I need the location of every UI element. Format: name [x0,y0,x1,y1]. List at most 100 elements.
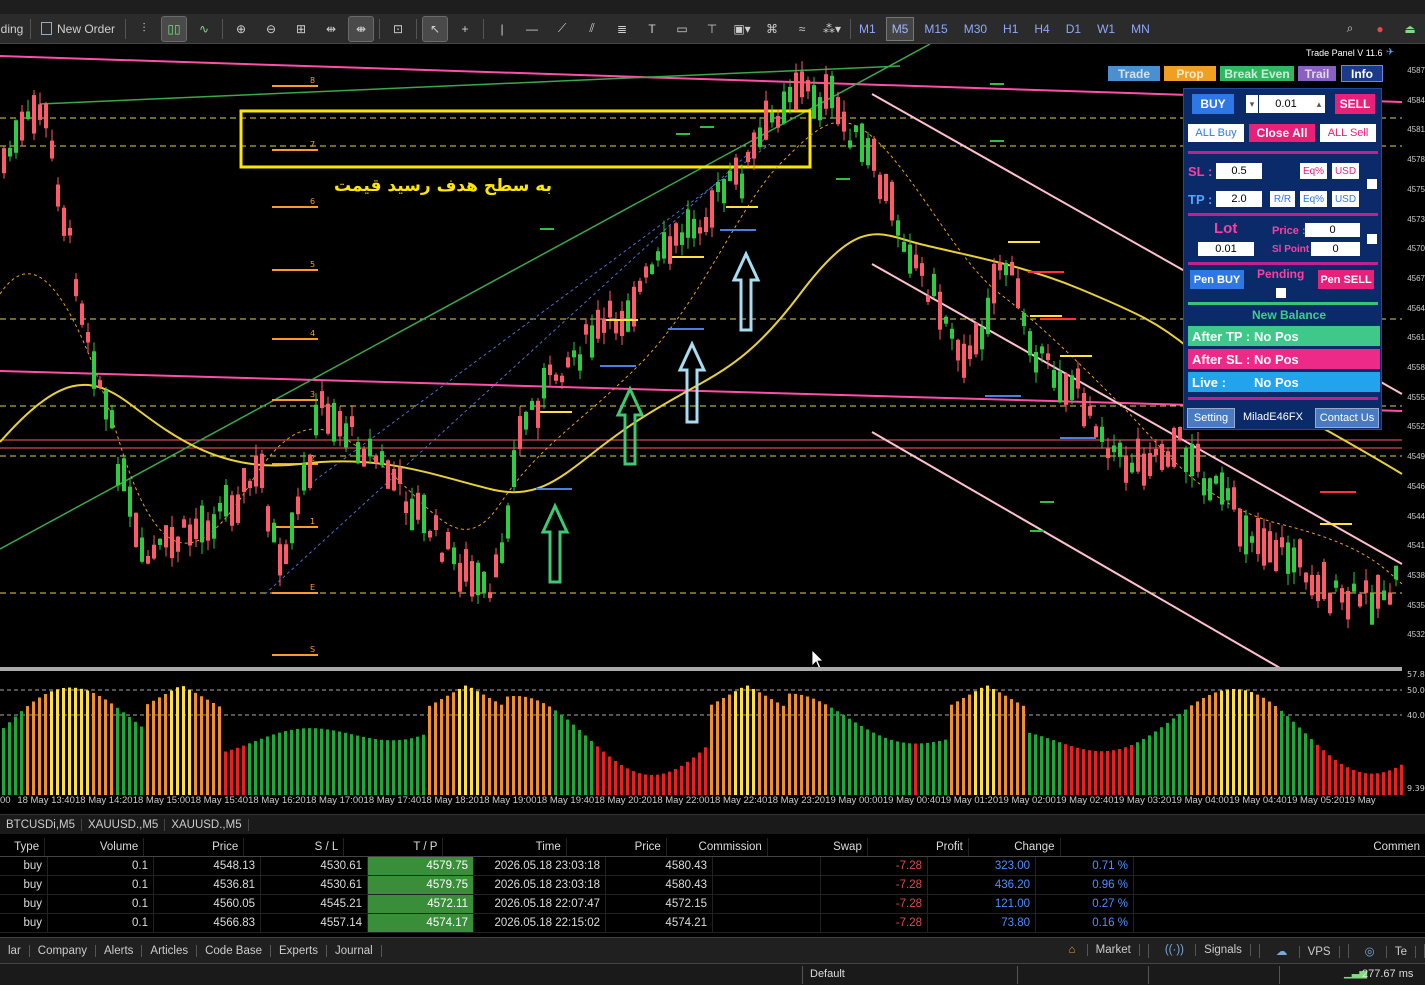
pending-checkbox[interactable] [1276,288,1286,298]
candlestick-icon[interactable]: ▯▯ [161,15,188,42]
crosshair-icon[interactable]: + [453,17,477,41]
column-header[interactable]: Profit [868,838,969,856]
timeframe-m1[interactable]: M1 [854,18,881,40]
column-header[interactable]: Price [567,838,667,856]
channel-icon[interactable]: ⫽ [580,17,604,41]
column-header[interactable]: S / L [244,838,345,856]
pending-checkbox-right[interactable] [1367,234,1377,244]
contact-us-button[interactable]: Contact Us [1315,408,1379,428]
sl-point-input[interactable]: 0 [1311,242,1360,256]
close-all-button[interactable]: Close All [1249,124,1315,142]
toolbox-right-tab[interactable]: ◎ Te [1349,943,1425,958]
trendline-icon[interactable]: ⟋ [550,17,574,41]
toolbox-tab[interactable]: Company [30,944,96,957]
cursor-icon[interactable]: ↖ [422,15,449,42]
timeframe-h4[interactable]: H4 [1029,18,1054,40]
table-row[interactable]: buy 0.1 4566.83 4557.14 4574.17 2026.05.18 22… [0,914,1425,933]
zoom-in-icon[interactable]: ⊕ [229,17,253,41]
candle-body [1124,455,1128,483]
vertical-line-icon[interactable]: | [490,17,514,41]
column-header[interactable]: Swap [768,838,868,856]
symbol-tab[interactable]: XAUUSD.,M5 [82,818,166,831]
all-sell-button[interactable]: ALL Sell [1320,124,1376,142]
notification-icon[interactable]: ● [1368,17,1392,41]
text-icon[interactable]: T [640,17,664,41]
timeframe-h1[interactable]: H1 [998,18,1023,40]
toolbox-tab[interactable]: Code Base [197,944,272,957]
line-chart-icon[interactable]: ∿ [192,17,216,41]
column-header[interactable]: Change [969,838,1061,856]
bar-chart-icon[interactable]: ⫶ [132,17,156,41]
templates-icon[interactable]: ⁂▾ [820,17,844,41]
objects-icon[interactable]: ⌘ [760,17,784,41]
panel-tab-prop[interactable]: Prop [1164,66,1216,81]
column-header[interactable]: Time [443,838,567,856]
lot-input[interactable]: 0.01 [1198,242,1254,256]
toolbox-right-tab[interactable]: ⌂ Market [1053,943,1149,958]
chart-shift-icon[interactable]: ⇼ [348,15,375,42]
column-header[interactable]: Commen [1061,838,1425,856]
tp-usd-button[interactable]: USD [1332,191,1359,207]
timeframe-m5[interactable]: M5 [885,16,915,41]
pending-price-input[interactable]: 0 [1305,223,1360,237]
signal-icon[interactable]: ⏏ [1398,17,1422,41]
table-row[interactable]: buy 0.1 4560.05 4545.21 4572.11 2026.05.18 22… [0,895,1425,914]
pen-sell-button[interactable]: Pen SELL [1318,270,1374,289]
sl-checkbox[interactable] [1367,179,1377,189]
toolbox-right-tab[interactable]: ((·)) Signals [1149,943,1260,958]
zoom-out-icon[interactable]: ⊖ [259,17,283,41]
tp-input[interactable]: 2.0 [1216,191,1262,207]
toolbox-tab[interactable]: Articles [142,944,198,957]
lot-down-icon[interactable]: ▾ [1246,95,1258,113]
timeframe-m15[interactable]: M15 [919,18,952,40]
sell-button[interactable]: SELL [1335,94,1375,114]
symbol-tab[interactable]: XAUUSD.,M5 [165,818,249,831]
shapes-icon[interactable]: ▭ [670,17,694,41]
timeframe-m30[interactable]: M30 [959,18,992,40]
table-row[interactable]: buy 0.1 4536.81 4530.61 4579.75 2026.05.18 23… [0,876,1425,895]
all-buy-button[interactable]: ALL Buy [1188,124,1244,142]
panel-tab-trail[interactable]: Trail [1298,66,1336,81]
column-header[interactable]: Type [0,838,46,856]
panel-settings-icon[interactable]: ✈ [1386,47,1394,58]
toolbox-tab[interactable]: Journal [327,944,382,957]
quick-lot-input[interactable]: 0.01 [1259,95,1313,113]
sl-usd-button[interactable]: USD [1332,163,1359,179]
tp-eq-button[interactable]: Eq% [1300,191,1327,207]
image-icon[interactable]: ▣▾ [730,17,754,41]
panel-tab-break-even[interactable]: Break Even [1220,66,1294,81]
column-header[interactable]: Price [144,838,245,856]
search-icon[interactable]: ⌕ [1338,17,1362,41]
panel-tab-info[interactable]: Info [1341,65,1383,82]
toolbox-tab[interactable]: Alerts [96,944,143,957]
toolbar-cut-label[interactable]: ding [0,17,24,41]
sl-eq-button[interactable]: Eq% [1300,163,1327,179]
toolbox-right-tab[interactable]: ☁ VPS [1260,943,1349,958]
rr-button[interactable]: R/R [1270,191,1295,207]
timeframe-w1[interactable]: W1 [1092,18,1120,40]
indicators-list-icon[interactable]: ≈ [790,17,814,41]
column-header[interactable]: T / P [344,838,444,856]
timeframe-mn[interactable]: MN [1126,18,1155,40]
column-header[interactable]: Volume [45,838,145,856]
fibonacci-icon[interactable]: ≣ [610,17,634,41]
toolbox-tab[interactable]: Experts [271,944,328,957]
screenshot-icon[interactable]: ⊡ [386,17,410,41]
toolbox-tab[interactable]: lar [0,944,30,957]
sl-input[interactable]: 0.5 [1216,163,1262,179]
autoscroll-icon[interactable]: ⇹ [319,17,343,41]
new-order-button[interactable]: New Order [37,17,119,41]
table-row[interactable]: buy 0.1 4548.13 4530.61 4579.75 2026.05.18 23… [0,857,1425,876]
lot-up-icon[interactable]: ▴ [1313,95,1325,113]
buy-button[interactable]: BUY [1192,94,1234,114]
grid-icon[interactable]: ⊞ [289,17,313,41]
panel-tab-trade[interactable]: Trade [1108,66,1160,81]
setting-button[interactable]: Setting [1187,408,1235,428]
timeframe-d1[interactable]: D1 [1061,18,1086,40]
column-header[interactable]: Commission [667,838,768,856]
horizontal-line-icon[interactable]: — [520,17,544,41]
oscillator-pane[interactable]: 57.8 50.0 40.0 9.39 [0,670,1425,795]
symbol-tab[interactable]: BTCUSDi,M5 [0,818,83,831]
text-label-icon[interactable]: ⊤ [700,17,724,41]
pen-buy-button[interactable]: Pen BUY [1190,270,1244,289]
